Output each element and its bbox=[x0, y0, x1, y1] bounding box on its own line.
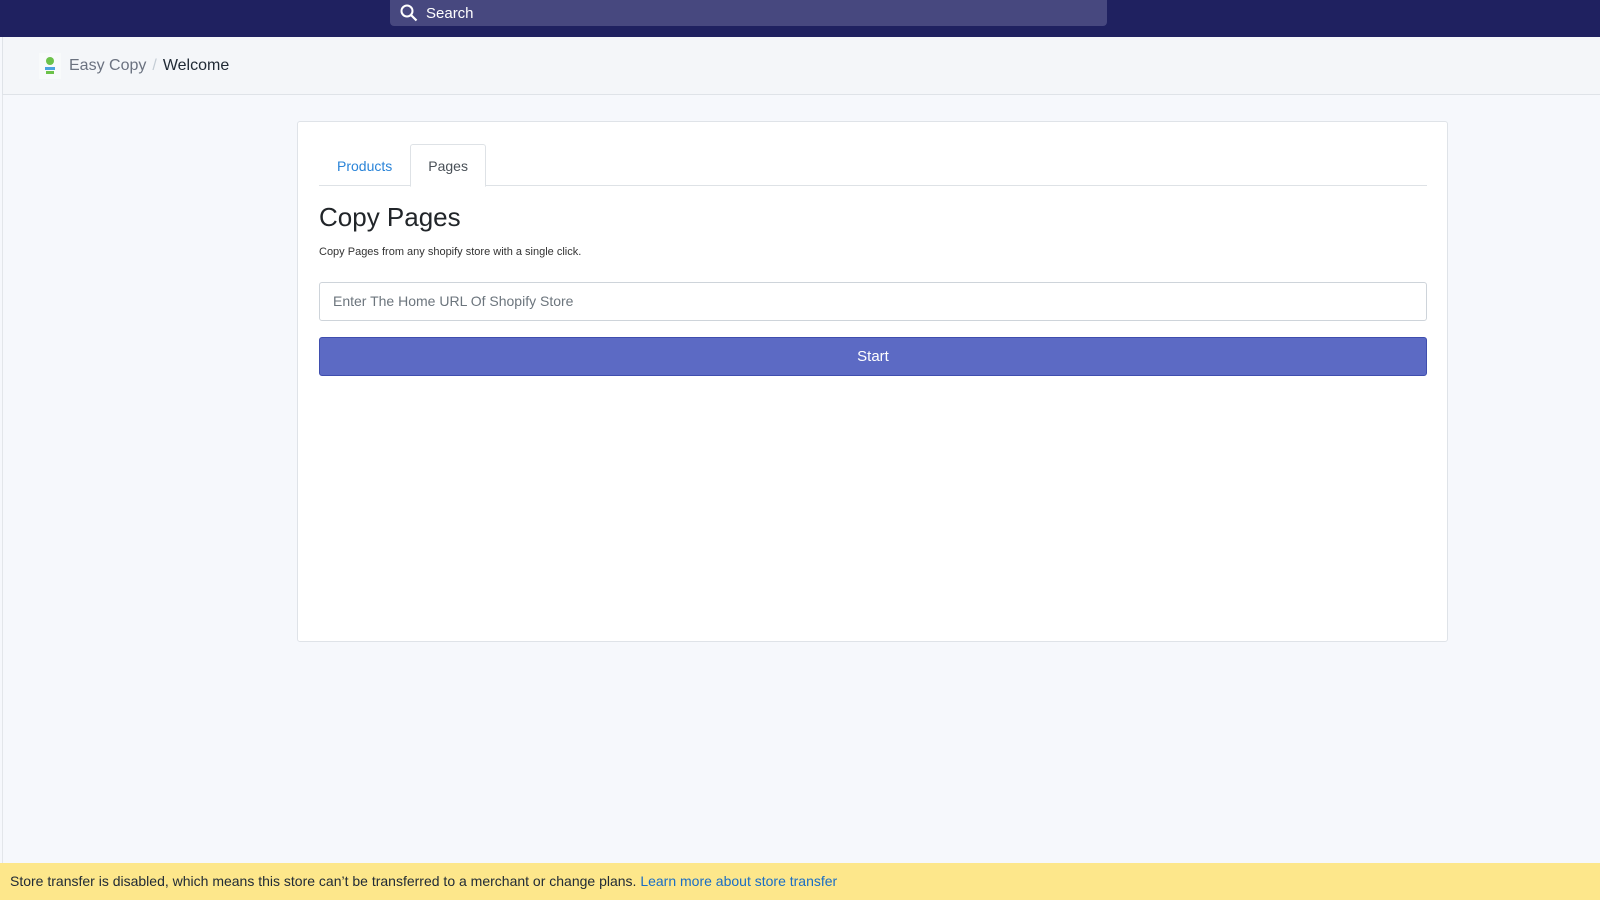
app-logo-icon bbox=[39, 52, 61, 79]
divider bbox=[2, 95, 3, 863]
breadcrumb-separator: / bbox=[152, 56, 157, 74]
breadcrumb-current: Welcome bbox=[162, 56, 230, 74]
start-button[interactable]: Start bbox=[319, 337, 1427, 376]
store-url-input[interactable]: Enter The Home URL Of Shopify Store bbox=[319, 282, 1427, 321]
top-bar: Search bbox=[0, 0, 1600, 37]
banner-text: Store transfer is disabled, which means … bbox=[10, 873, 637, 889]
breadcrumb-app-link[interactable]: Easy Copy bbox=[69, 57, 146, 75]
search-input[interactable]: Search bbox=[390, 0, 1107, 26]
tab-products[interactable]: Products bbox=[319, 144, 410, 186]
search-icon bbox=[400, 4, 418, 22]
learn-more-link[interactable]: Learn more about store transfer bbox=[640, 873, 837, 889]
page-title: Copy Pages bbox=[319, 202, 461, 232]
copy-card: Products Pages Copy Pages Copy Pages fro… bbox=[297, 121, 1448, 642]
breadcrumb: Easy Copy / Welcome bbox=[2, 37, 1600, 95]
search-placeholder: Search bbox=[426, 4, 474, 22]
store-transfer-banner: Store transfer is disabled, which means … bbox=[0, 863, 1600, 900]
tab-bar: Products Pages bbox=[319, 144, 1427, 187]
tab-pages[interactable]: Pages bbox=[410, 144, 486, 187]
page-description: Copy Pages from any shopify store with a… bbox=[319, 246, 582, 258]
